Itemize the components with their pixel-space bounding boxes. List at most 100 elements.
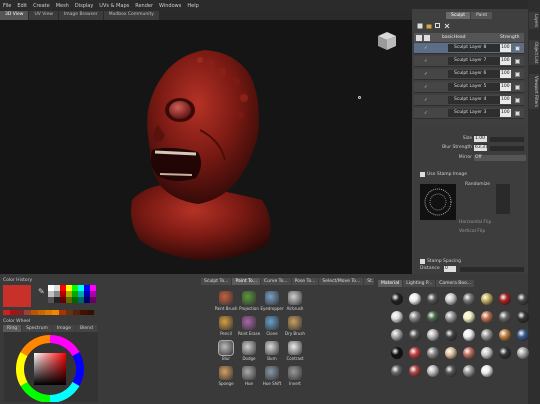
material-tab[interactable]: Camera Boo... (436, 280, 475, 287)
material-sphere[interactable] (391, 347, 403, 359)
menu-edit[interactable]: Edit (17, 3, 27, 9)
history-swatch[interactable] (59, 310, 66, 315)
layer-visibility-icon[interactable]: ✓ (424, 85, 428, 90)
use-stamp-image-checkbox[interactable] (420, 172, 425, 177)
material-sphere[interactable] (463, 347, 475, 359)
history-swatch[interactable] (10, 310, 17, 315)
menu-render[interactable]: Render (135, 3, 153, 9)
material-sphere[interactable] (481, 365, 493, 377)
layer-visibility-icon[interactable]: ✓ (424, 98, 428, 103)
history-swatch[interactable] (45, 310, 52, 315)
material-sphere[interactable] (463, 329, 475, 341)
tool-contrast[interactable]: Contrast (281, 341, 309, 361)
history-swatch[interactable] (52, 310, 59, 315)
material-sphere[interactable] (481, 293, 493, 305)
menu-windows[interactable]: Windows (159, 3, 181, 9)
tool-tab[interactable]: Select/Move To... (319, 278, 364, 285)
tab-sculpt[interactable]: Sculpt (446, 12, 471, 19)
side-tab-layers[interactable]: Layers (529, 12, 539, 30)
material-sphere[interactable] (391, 365, 403, 377)
stamp-image-preview[interactable] (420, 184, 456, 220)
history-swatch[interactable] (17, 310, 24, 315)
material-sphere[interactable] (499, 329, 511, 341)
stamp-sliders[interactable] (496, 184, 510, 214)
material-sphere[interactable] (481, 347, 493, 359)
material-sphere[interactable] (427, 365, 439, 377)
material-sphere[interactable] (445, 311, 457, 323)
material-sphere[interactable] (517, 329, 529, 341)
size-field[interactable]: 1.00 (474, 136, 487, 142)
wheel-tab-image[interactable]: Image (52, 325, 75, 332)
layer-lock-checkbox[interactable] (515, 84, 520, 90)
material-sphere[interactable] (517, 347, 529, 359)
layer-visibility-icon[interactable]: ✓ (424, 46, 428, 51)
material-sphere[interactable] (445, 329, 457, 341)
material-sphere[interactable] (427, 293, 439, 305)
layer-row[interactable]: ✓ Sculpt Layer 3 100 (414, 108, 524, 119)
menu-mesh[interactable]: Mesh (56, 3, 69, 9)
material-sphere[interactable] (499, 293, 511, 305)
layer-lock-checkbox[interactable] (515, 71, 520, 77)
blur-strength-slider[interactable] (490, 146, 524, 151)
layer-strength-field[interactable]: 100 (500, 70, 511, 78)
folder-icon[interactable] (426, 23, 432, 29)
menu-file[interactable]: File (3, 3, 11, 9)
view-cube-icon[interactable] (376, 30, 398, 52)
material-sphere[interactable] (409, 365, 421, 377)
distance-field[interactable]: 0 (444, 266, 456, 272)
history-swatch[interactable] (80, 310, 87, 315)
viewport-3d[interactable] (0, 20, 412, 274)
tool-tab[interactable]: Pose To... (291, 278, 319, 285)
material-tab[interactable]: Material (378, 280, 403, 287)
tab-3d-view[interactable]: 3D View (0, 11, 29, 20)
stamp-spacing-checkbox[interactable] (420, 259, 425, 264)
visibility-all-icon[interactable] (416, 34, 422, 41)
material-sphere[interactable] (463, 311, 475, 323)
sculpt-model[interactable] (0, 20, 412, 274)
layer-row[interactable]: ✓ Sculpt Layer 7 100 (414, 56, 524, 67)
tool-airbrush[interactable]: Airbrush (281, 291, 309, 311)
material-sphere[interactable] (463, 365, 475, 377)
color-swatch[interactable] (90, 297, 96, 303)
material-sphere[interactable] (427, 311, 439, 323)
size-slider[interactable] (490, 137, 524, 142)
tool-tab[interactable]: Curve To... (260, 278, 291, 285)
mirror-dropdown[interactable]: Off (474, 155, 526, 161)
tool-tab[interactable]: Paint To... (232, 278, 260, 285)
layer-lock-checkbox[interactable] (515, 110, 520, 116)
menu-help[interactable]: Help (187, 3, 198, 9)
material-sphere[interactable] (445, 347, 457, 359)
material-sphere[interactable] (409, 347, 421, 359)
material-sphere[interactable] (427, 329, 439, 341)
material-sphere[interactable] (391, 293, 403, 305)
layer-lock-checkbox[interactable] (515, 97, 520, 103)
layer-lock-checkbox[interactable] (515, 45, 520, 51)
layer-row[interactable]: ✓ Sculpt Layer 4 100 (414, 95, 524, 106)
blur-strength-field[interactable]: 63.37 (474, 145, 488, 151)
tab-image-browser[interactable]: Image Browser (58, 11, 103, 20)
layer-strength-field[interactable]: 100 (500, 109, 511, 117)
history-swatch[interactable] (24, 310, 31, 315)
history-swatch[interactable] (73, 310, 80, 315)
wheel-tab-blend[interactable]: Blend (76, 325, 97, 332)
material-sphere[interactable] (409, 311, 421, 323)
material-sphere[interactable] (409, 329, 421, 341)
tool-tab[interactable]: Sculpt To... (201, 278, 232, 285)
eyedropper-icon[interactable]: ✎ (38, 287, 45, 296)
tab-uv-view[interactable]: UV View (29, 11, 58, 20)
material-sphere[interactable] (427, 347, 439, 359)
duplicate-icon[interactable] (435, 22, 441, 29)
layer-lock-checkbox[interactable] (515, 58, 520, 64)
delete-layer-icon[interactable] (444, 23, 450, 29)
current-color-swatch[interactable] (3, 285, 31, 307)
tab-paint[interactable]: Paint (471, 12, 493, 19)
layer-strength-field[interactable]: 100 (500, 83, 511, 91)
layer-visibility-icon[interactable]: ✓ (424, 111, 428, 116)
material-tab[interactable]: Lighting P... (403, 280, 436, 287)
material-sphere[interactable] (499, 347, 511, 359)
material-sphere[interactable] (517, 311, 529, 323)
layer-strength-field[interactable]: 100 (500, 57, 511, 65)
menu-display[interactable]: Display (75, 3, 93, 9)
material-sphere[interactable] (409, 293, 421, 305)
side-tab-viewport-filters[interactable]: Viewport Filters (529, 74, 539, 109)
